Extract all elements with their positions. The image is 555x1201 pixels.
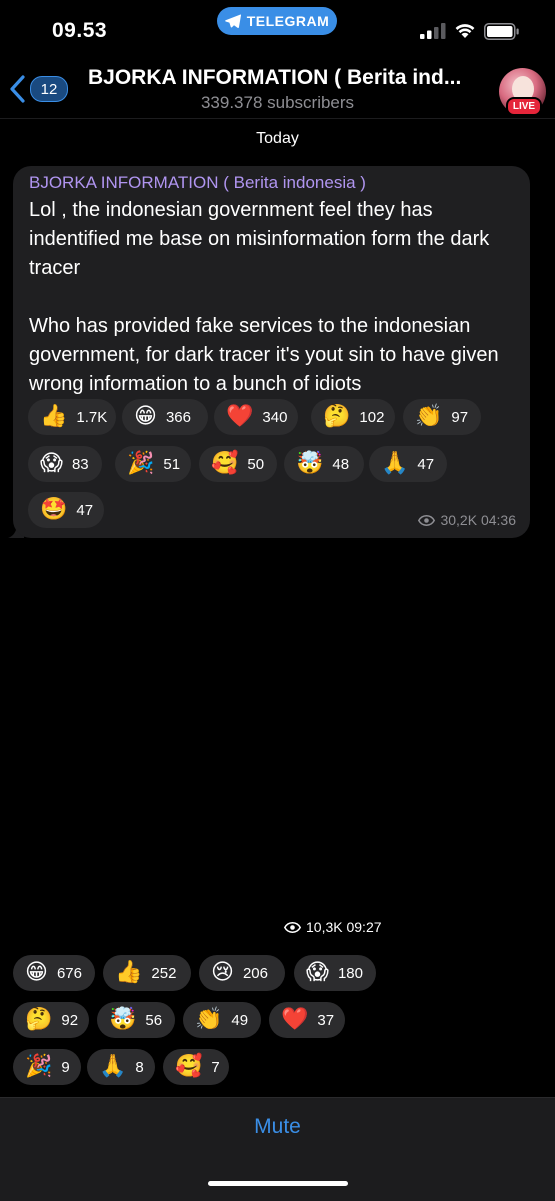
message-time: 09:27 bbox=[346, 919, 382, 935]
chat-header: 12 BJORKA INFORMATION ( Berita ind... 33… bbox=[0, 56, 555, 118]
crying-icon: 😢 bbox=[211, 960, 234, 985]
reaction-count: 340 bbox=[262, 408, 288, 426]
reaction-count: 49 bbox=[231, 1011, 249, 1029]
wifi-icon bbox=[455, 24, 475, 38]
reaction-count: 48 bbox=[332, 455, 350, 473]
reaction-count: 8 bbox=[135, 1058, 144, 1076]
reaction-count: 37 bbox=[317, 1011, 335, 1029]
reaction-chip[interactable]: 😁 676 bbox=[13, 955, 95, 991]
grin-icon: 😁 bbox=[134, 404, 157, 429]
thumbs-up-icon: 👍 bbox=[115, 960, 143, 985]
cellular-signal-icon bbox=[420, 23, 446, 39]
reaction-count: 180 bbox=[337, 964, 363, 982]
scream-icon: 😱 bbox=[306, 960, 329, 985]
reaction-count: 56 bbox=[145, 1011, 163, 1029]
pray-icon: 🙏 bbox=[99, 1054, 127, 1079]
thumbs-up-icon: 👍 bbox=[40, 404, 68, 429]
message-time: 04:36 bbox=[480, 512, 516, 528]
battery-icon bbox=[484, 23, 519, 40]
message-author[interactable]: BJORKA INFORMATION ( Berita indonesia ) bbox=[29, 173, 366, 193]
reaction-chip[interactable]: ❤️ 340 bbox=[214, 399, 298, 435]
message-meta: 30,2K 04:36 bbox=[418, 512, 516, 528]
reaction-chip[interactable]: ❤️ 37 bbox=[269, 1002, 345, 1038]
header-divider bbox=[0, 118, 555, 119]
reaction-count: 83 bbox=[71, 455, 89, 473]
reaction-count: 1.7K bbox=[76, 408, 108, 426]
status-time: 09.53 bbox=[52, 19, 108, 42]
reaction-chip[interactable]: 🥰 7 bbox=[163, 1049, 229, 1085]
message-text: Lol , the indonesian government feel the… bbox=[29, 196, 524, 399]
pray-icon: 🙏 bbox=[381, 451, 409, 476]
reaction-count: 366 bbox=[165, 408, 191, 426]
reaction-chip[interactable]: 🤩 47 bbox=[28, 492, 104, 528]
reaction-count: 102 bbox=[359, 408, 385, 426]
subscriber-count: 339.378 subscribers bbox=[200, 93, 355, 112]
eye-icon bbox=[284, 921, 301, 933]
reaction-chip[interactable]: 🎉 9 bbox=[13, 1049, 81, 1085]
live-badge: LIVE bbox=[506, 97, 542, 116]
message-bubble[interactable]: BJORKA INFORMATION ( Berita indonesia ) … bbox=[13, 166, 530, 538]
telegram-plane-icon bbox=[224, 14, 241, 28]
reaction-chip[interactable]: 🤯 48 bbox=[284, 446, 364, 482]
view-count: 10,3K bbox=[306, 919, 343, 935]
heart-icon: ❤️ bbox=[226, 404, 254, 429]
reaction-count: 92 bbox=[61, 1011, 79, 1029]
reaction-chip[interactable]: 👏 49 bbox=[183, 1002, 261, 1038]
channel-title[interactable]: BJORKA INFORMATION ( Berita ind... bbox=[88, 66, 488, 90]
reaction-count: 7 bbox=[211, 1058, 220, 1076]
reaction-chip[interactable]: 🤔 92 bbox=[13, 1002, 89, 1038]
reaction-chip[interactable]: 👍 1.7K bbox=[28, 399, 116, 435]
status-bar: 09.53 TELEGRAM bbox=[0, 0, 555, 56]
reaction-count: 206 bbox=[242, 964, 268, 982]
reaction-count: 676 bbox=[56, 964, 82, 982]
reaction-count: 47 bbox=[417, 455, 435, 473]
reaction-chip[interactable]: 🙏 47 bbox=[369, 446, 447, 482]
reaction-chip[interactable]: 🤔 102 bbox=[311, 399, 395, 435]
mute-button[interactable]: Mute bbox=[0, 1115, 555, 1139]
channel-avatar[interactable]: LIVE bbox=[499, 68, 546, 116]
smiling-hearts-icon: 🥰 bbox=[175, 1054, 203, 1079]
reaction-chip[interactable]: 😢 206 bbox=[199, 955, 285, 991]
message-paragraph: Lol , the indonesian government feel the… bbox=[29, 199, 490, 279]
reaction-count: 51 bbox=[163, 455, 181, 473]
bottom-bar: Mute bbox=[0, 1097, 555, 1201]
party-icon: 🎉 bbox=[127, 451, 155, 476]
reaction-chip[interactable]: 👏 97 bbox=[403, 399, 481, 435]
reaction-chip[interactable]: 🤯 56 bbox=[97, 1002, 175, 1038]
telegram-pill-label: TELEGRAM bbox=[246, 13, 330, 29]
reaction-chip[interactable]: 🥰 50 bbox=[199, 446, 277, 482]
message-paragraph: Who has provided fake services to the in… bbox=[29, 315, 499, 395]
reaction-chip[interactable]: 😁 366 bbox=[122, 399, 208, 435]
reaction-chip[interactable]: 😱 180 bbox=[294, 955, 376, 991]
clap-icon: 👏 bbox=[195, 1007, 223, 1032]
eye-icon bbox=[418, 514, 436, 526]
reaction-count: 9 bbox=[61, 1058, 70, 1076]
view-count: 30,2K bbox=[440, 512, 478, 528]
reaction-count: 50 bbox=[247, 455, 265, 473]
thinking-icon: 🤔 bbox=[323, 404, 351, 429]
star-struck-icon: 🤩 bbox=[40, 497, 68, 522]
reaction-count: 97 bbox=[451, 408, 469, 426]
grin-icon: 😁 bbox=[25, 960, 48, 985]
thinking-icon: 🤔 bbox=[25, 1007, 53, 1032]
home-indicator[interactable] bbox=[208, 1181, 348, 1186]
message-meta: 10,3K 09:27 bbox=[284, 919, 382, 935]
reaction-chip[interactable]: 🎉 51 bbox=[115, 446, 191, 482]
smiling-hearts-icon: 🥰 bbox=[211, 451, 239, 476]
party-icon: 🎉 bbox=[25, 1054, 53, 1079]
mind-blown-icon: 🤯 bbox=[296, 451, 324, 476]
scream-icon: 😱 bbox=[40, 451, 63, 476]
reaction-chip[interactable]: 🙏 8 bbox=[87, 1049, 155, 1085]
reaction-count: 47 bbox=[76, 501, 94, 519]
clap-icon: 👏 bbox=[415, 404, 443, 429]
date-separator: Today bbox=[256, 130, 299, 147]
mind-blown-icon: 🤯 bbox=[109, 1007, 137, 1032]
reaction-chip[interactable]: 😱 83 bbox=[28, 446, 102, 482]
telegram-app-pill[interactable]: TELEGRAM bbox=[217, 7, 337, 35]
reaction-count: 252 bbox=[151, 964, 177, 982]
heart-icon: ❤️ bbox=[281, 1007, 309, 1032]
reaction-chip[interactable]: 👍 252 bbox=[103, 955, 191, 991]
